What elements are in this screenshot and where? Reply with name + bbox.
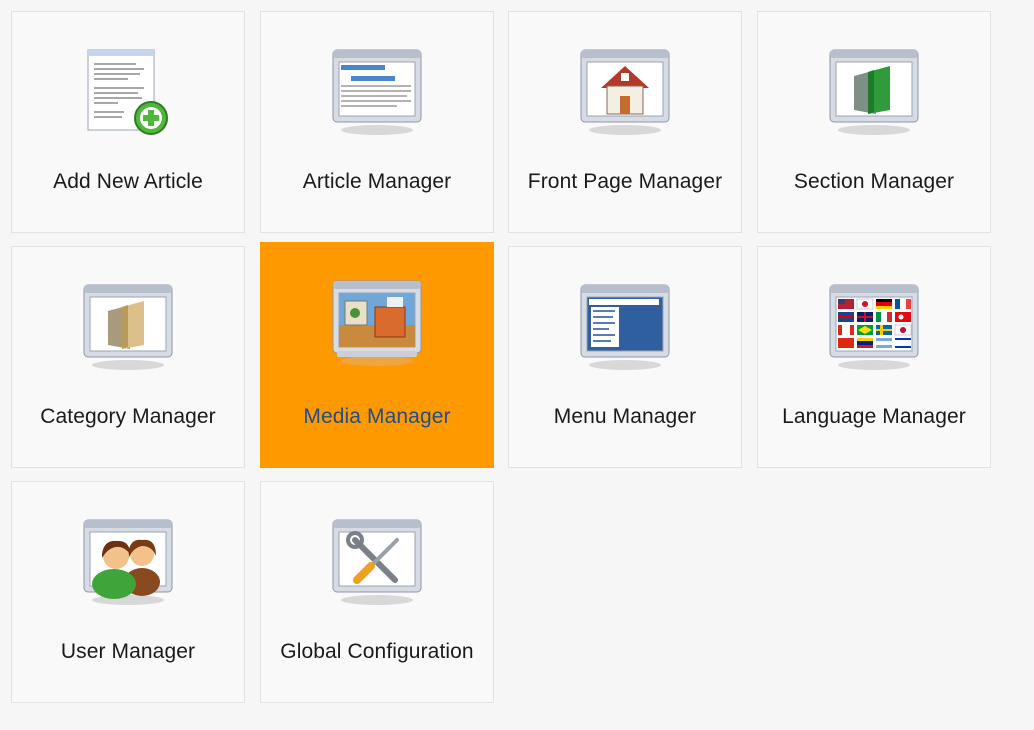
tile-label: Category Manager [40, 405, 216, 428]
global-configuration-button[interactable]: Global Configuration [260, 481, 494, 703]
media-manager-button[interactable]: Media Manager [260, 242, 494, 468]
tile-label: Add New Article [53, 170, 203, 193]
add-new-article-button[interactable]: Add New Article [11, 11, 245, 233]
user-manager-button[interactable]: User Manager [11, 481, 245, 703]
home-icon [575, 40, 675, 140]
media-icon [327, 271, 427, 371]
tile-label: User Manager [60, 640, 196, 663]
article-manager-button[interactable]: Article Manager [260, 11, 494, 233]
folder-icon [78, 275, 178, 375]
control-panel-grid: Add New Article Article Manager Front Pa… [0, 0, 1034, 730]
article-manager-icon [327, 40, 427, 140]
tile-label: Media Manager [303, 405, 451, 428]
users-icon [78, 510, 178, 610]
flags-icon [824, 275, 924, 375]
front-page-manager-button[interactable]: Front Page Manager [508, 11, 742, 233]
category-manager-button[interactable]: Category Manager [11, 246, 245, 468]
tools-icon [327, 510, 427, 610]
tile-label: Section Manager [793, 170, 955, 193]
menu-icon [575, 275, 675, 375]
tile-label: Article Manager [302, 170, 452, 193]
language-manager-button[interactable]: Language Manager [757, 246, 991, 468]
add-article-icon [78, 40, 178, 140]
tile-label: Global Configuration [280, 640, 474, 663]
tile-label: Front Page Manager [527, 170, 723, 193]
menu-manager-button[interactable]: Menu Manager [508, 246, 742, 468]
green-folder-icon [824, 40, 924, 140]
section-manager-button[interactable]: Section Manager [757, 11, 991, 233]
tile-label: Language Manager [782, 405, 966, 428]
tile-label: Menu Manager [553, 405, 697, 428]
